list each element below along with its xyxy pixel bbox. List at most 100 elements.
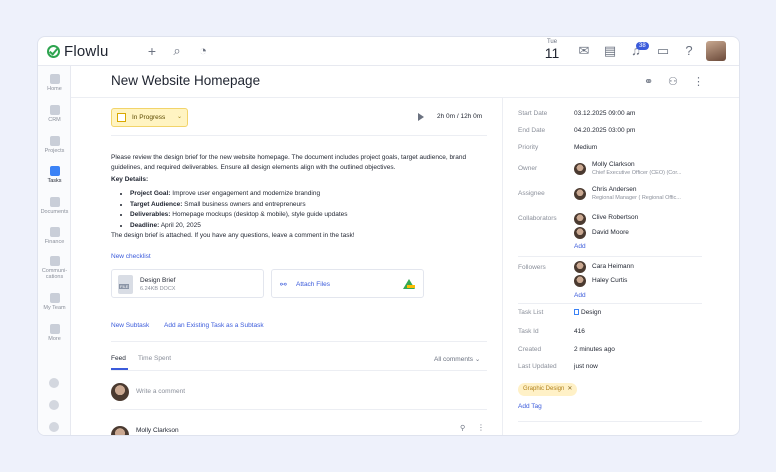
- add-follower-link[interactable]: Add: [574, 292, 586, 299]
- status-label: In Progress: [132, 114, 166, 121]
- google-drive-icon[interactable]: [403, 279, 415, 289]
- assignee-label: Assignee: [518, 190, 545, 197]
- divider: [111, 409, 487, 410]
- play-icon[interactable]: [418, 113, 424, 121]
- sidebar-item-more[interactable]: More: [38, 324, 71, 342]
- plus-icon[interactable]: +: [145, 44, 159, 58]
- avatar: [111, 426, 129, 435]
- projects-icon: [49, 136, 60, 146]
- documents-icon: [49, 197, 60, 207]
- add-collaborator-link[interactable]: Add: [574, 243, 586, 250]
- calendar-date[interactable]: Tue 11: [544, 39, 560, 61]
- key-details-heading: Key Details:: [111, 176, 149, 183]
- app-name: Flowlu: [64, 43, 109, 60]
- tasks-icon: [49, 166, 60, 176]
- sidebar-item-finance[interactable]: Finance: [38, 227, 71, 245]
- help-icon[interactable]: ?: [682, 44, 696, 58]
- status-dropdown[interactable]: In Progress ⌄: [111, 108, 188, 127]
- share-user-icon[interactable]: ⚇: [668, 75, 678, 88]
- detail-label: Deadline:: [130, 221, 160, 229]
- attach-files-button[interactable]: ⚯ Attach Files: [271, 269, 424, 298]
- task-description: Please review the design brief for the n…: [111, 154, 467, 171]
- add-tag-link[interactable]: Add Tag: [518, 403, 542, 410]
- add-existing-subtask-link[interactable]: Add an Existing Task as a Subtask: [164, 322, 264, 329]
- detail-text: April 20, 2025: [159, 221, 201, 229]
- settings-icon[interactable]: [49, 400, 59, 410]
- docs-icon[interactable]: ▤: [603, 44, 617, 58]
- divider: [111, 370, 487, 371]
- attach-files-label: Attach Files: [296, 281, 330, 288]
- follower-name[interactable]: Haley Curtis: [592, 277, 627, 284]
- sidebar-item-documents[interactable]: Documents: [38, 197, 71, 215]
- user-avatar[interactable]: [706, 41, 726, 61]
- follower-name[interactable]: Cara Heimann: [592, 263, 634, 270]
- end-date-label: End Date: [518, 127, 546, 134]
- comment-input[interactable]: Write a comment: [136, 388, 185, 395]
- avatar: [574, 163, 586, 175]
- more-vertical-icon[interactable]: ⋮: [693, 75, 704, 88]
- sidebar-item-communications[interactable]: Communi- cations: [38, 256, 71, 280]
- timer-icon[interactable]: ◔: [196, 44, 210, 58]
- detail-label: Project Goal:: [130, 190, 171, 197]
- tag-chip[interactable]: Graphic Design ✕: [518, 383, 578, 396]
- sidebar-item-my-team[interactable]: My Team: [38, 293, 71, 311]
- paperclip-icon: ⚯: [280, 280, 287, 289]
- link-icon[interactable]: ⚭: [644, 75, 653, 88]
- notification-badge: 38: [636, 42, 649, 50]
- team-icon: [49, 293, 60, 303]
- home-icon: [49, 74, 60, 84]
- file-card[interactable]: Design Brief 6.24KB DOCX: [111, 269, 264, 298]
- sidebar-item-projects[interactable]: Projects: [38, 136, 71, 154]
- collaborator-name[interactable]: Clive Robertson: [592, 214, 638, 221]
- new-checklist-link[interactable]: New checklist: [111, 253, 151, 260]
- detail-text: Homepage mockups (desktop & mobile), sty…: [170, 211, 348, 218]
- sidebar-label: More: [48, 336, 61, 342]
- end-date-value[interactable]: 04.20.2025 03:00 pm: [574, 127, 635, 134]
- integrations-icon[interactable]: [49, 378, 59, 388]
- divider: [111, 341, 487, 342]
- detail-text: Small business owners and entrepreneurs: [182, 200, 306, 208]
- task-list-label: Task List: [518, 309, 544, 316]
- close-icon[interactable]: ✕: [567, 383, 572, 396]
- pin-icon[interactable]: ⚲: [460, 424, 465, 432]
- search-icon[interactable]: ⌕: [170, 44, 184, 58]
- tab-feed[interactable]: Feed: [111, 355, 126, 362]
- sidebar-item-home[interactable]: Home: [38, 74, 71, 92]
- updated-label: Last Updated: [518, 363, 557, 370]
- more-icon: [49, 324, 60, 334]
- priority-value[interactable]: Medium: [574, 144, 597, 151]
- chevron-down-icon: ⌄: [176, 114, 182, 120]
- tab-time-spent[interactable]: Time Spent: [138, 355, 171, 362]
- all-comments-dropdown[interactable]: All comments ⌄: [434, 355, 480, 363]
- assignee-name[interactable]: Chris Andersen: [592, 186, 636, 193]
- task-id-value: 416: [574, 328, 585, 335]
- divider: [518, 303, 702, 304]
- chat-icon[interactable]: ▭: [656, 44, 670, 58]
- sidebar-item-crm[interactable]: CRM: [38, 105, 71, 123]
- more-vertical-icon[interactable]: ⋮: [477, 423, 485, 432]
- new-subtask-link[interactable]: New Subtask: [111, 322, 149, 329]
- start-date-value[interactable]: 03.12.2025 09:00 am: [574, 110, 635, 117]
- tag-label: Graphic Design: [523, 386, 565, 392]
- sidebar-item-tasks[interactable]: Tasks: [38, 166, 71, 184]
- task-list-value[interactable]: Design: [574, 309, 601, 316]
- apps-icon[interactable]: [49, 422, 59, 432]
- header-divider: [71, 97, 739, 98]
- time-tracked: 2h 0m / 12h 0m: [437, 113, 483, 120]
- list-item: Project Goal: Improve user engagement an…: [130, 189, 348, 200]
- page-title: New Website Homepage: [111, 73, 261, 88]
- top-bar: Flowlu + ⌕ ◔ Tue 11 ✉ ▤ ♫ 38 ▭ ?: [38, 37, 739, 66]
- mail-icon[interactable]: ✉: [577, 44, 591, 58]
- status-square-icon: [117, 113, 126, 122]
- logo[interactable]: Flowlu: [47, 43, 109, 60]
- owner-name[interactable]: Molly Clarkson: [592, 161, 635, 168]
- collaborator-name[interactable]: David Moore: [592, 229, 629, 236]
- avatar: [574, 188, 586, 200]
- file-meta: 6.24KB DOCX: [140, 286, 176, 292]
- detail-label: Deliverables:: [130, 211, 171, 218]
- owner-label: Owner: [518, 165, 538, 172]
- start-date-label: Start Date: [518, 110, 548, 117]
- crm-icon: [49, 105, 60, 115]
- panel-divider: [502, 98, 503, 435]
- sidebar-label: Tasks: [47, 178, 62, 184]
